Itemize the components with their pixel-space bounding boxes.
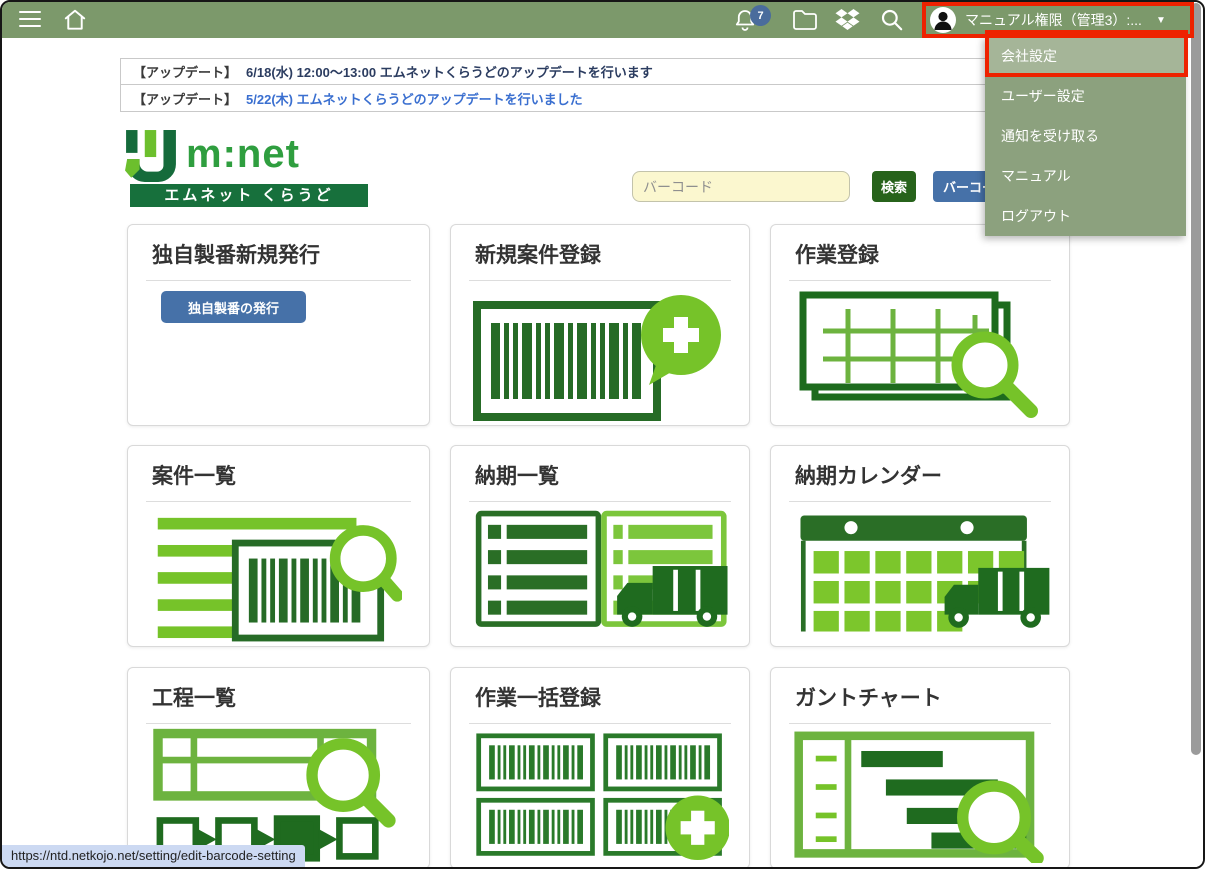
link-preview-statusbar: https://ntd.netkojo.net/setting/edit-bar… xyxy=(2,845,305,867)
card-title: 案件一覧 xyxy=(152,460,429,490)
divider xyxy=(146,723,411,724)
notice-message-link[interactable]: 5/22(木) エムネットくらうどのアップデートを行いました xyxy=(246,89,583,108)
scrollbar-thumb[interactable] xyxy=(1191,3,1201,755)
card-unique-serial-issue[interactable]: 独自製番新規発行 独自製番の発行 xyxy=(127,224,430,426)
user-avatar xyxy=(930,7,956,33)
notice-label: 【アップデート】 xyxy=(133,62,237,81)
update-notices: 【アップデート】 6/18(水) 12:00～13:00 エムネットくらうどのア… xyxy=(120,58,1004,112)
divider xyxy=(789,501,1051,502)
gantt-search-icon xyxy=(793,730,1049,863)
card-title: 作業登録 xyxy=(795,239,1069,269)
card-new-project[interactable]: 新規案件登録 xyxy=(450,224,750,426)
notice-label: 【アップデート】 xyxy=(133,89,237,108)
card-title: 納期カレンダー xyxy=(795,460,1069,490)
card-title: 独自製番新規発行 xyxy=(152,239,429,269)
app-window: 7 マニュアル権限（管理3）:... ▼ 会社設定 ユーザー設定 通知を受け取る… xyxy=(0,0,1205,869)
folder-icon[interactable] xyxy=(792,9,818,31)
user-dropdown-menu: 会社設定 ユーザー設定 通知を受け取る マニュアル ログアウト xyxy=(985,36,1186,236)
user-menu-trigger[interactable]: マニュアル権限（管理3）:... ▼ xyxy=(930,5,1188,35)
barcode-plus-icon xyxy=(473,287,723,422)
notification-count-badge: 7 xyxy=(750,5,771,26)
card-delivery-calendar[interactable]: 納期カレンダー xyxy=(770,445,1070,647)
menu-item-company-settings[interactable]: 会社設定 xyxy=(985,36,1186,76)
menu-item-logout[interactable]: ログアウト xyxy=(985,196,1186,236)
card-process-list[interactable]: 工程一覧 xyxy=(127,667,430,869)
brand-tagline: エムネット くらうど xyxy=(130,184,368,207)
divider xyxy=(469,280,731,281)
barcode-input[interactable] xyxy=(632,171,850,202)
calendar-truck-icon xyxy=(793,508,1055,639)
card-delivery-list[interactable]: 納期一覧 xyxy=(450,445,750,647)
divider xyxy=(469,501,731,502)
dropbox-icon[interactable] xyxy=(835,9,860,31)
card-gantt-chart[interactable]: ガントチャート xyxy=(770,667,1070,869)
divider xyxy=(469,723,731,724)
hamburger-menu-icon[interactable] xyxy=(19,11,43,29)
notice-row: 【アップデート】 6/18(水) 12:00～13:00 エムネットくらうどのア… xyxy=(120,58,1004,85)
divider xyxy=(789,723,1051,724)
mnet-logo-mark xyxy=(124,130,178,182)
notice-row: 【アップデート】 5/22(木) エムネットくらうどのアップデートを行いました xyxy=(120,85,1004,112)
notice-message: 6/18(水) 12:00～13:00 エムネットくらうどのアップデートを行いま… xyxy=(246,62,653,81)
card-title: 新規案件登録 xyxy=(475,239,749,269)
card-title: 納期一覧 xyxy=(475,460,749,490)
issue-serial-button[interactable]: 独自製番の発行 xyxy=(161,291,306,323)
card-project-list[interactable]: 案件一覧 xyxy=(127,445,430,647)
menu-item-manual[interactable]: マニュアル xyxy=(985,156,1186,196)
menu-item-user-settings[interactable]: ユーザー設定 xyxy=(985,76,1186,116)
menu-item-notifications[interactable]: 通知を受け取る xyxy=(985,116,1186,156)
divider xyxy=(146,280,411,281)
table-search-icon xyxy=(793,287,1043,422)
card-title: 工程一覧 xyxy=(152,682,429,712)
card-title: 作業一括登録 xyxy=(475,682,749,712)
card-work-register[interactable]: 作業登録 xyxy=(770,224,1070,426)
divider xyxy=(789,280,1051,281)
list-barcode-search-icon xyxy=(150,508,402,644)
process-flow-search-icon xyxy=(150,726,406,863)
caret-down-icon: ▼ xyxy=(1156,15,1166,26)
home-icon[interactable] xyxy=(62,7,88,33)
notification-count: 7 xyxy=(757,10,763,22)
divider xyxy=(146,501,411,502)
top-navbar: 7 マニュアル権限（管理3）:... ▼ xyxy=(2,2,1203,38)
card-bulk-work-register[interactable]: 作業一括登録 xyxy=(450,667,750,869)
card-title: ガントチャート xyxy=(795,682,1069,712)
search-icon[interactable] xyxy=(879,7,905,33)
search-button[interactable]: 検索 xyxy=(872,171,916,202)
user-label: マニュアル権限（管理3）:... xyxy=(965,10,1142,30)
list-truck-icon xyxy=(473,508,735,639)
barcodes-plus-icon xyxy=(473,730,729,863)
brand-name: m:net xyxy=(186,132,300,177)
